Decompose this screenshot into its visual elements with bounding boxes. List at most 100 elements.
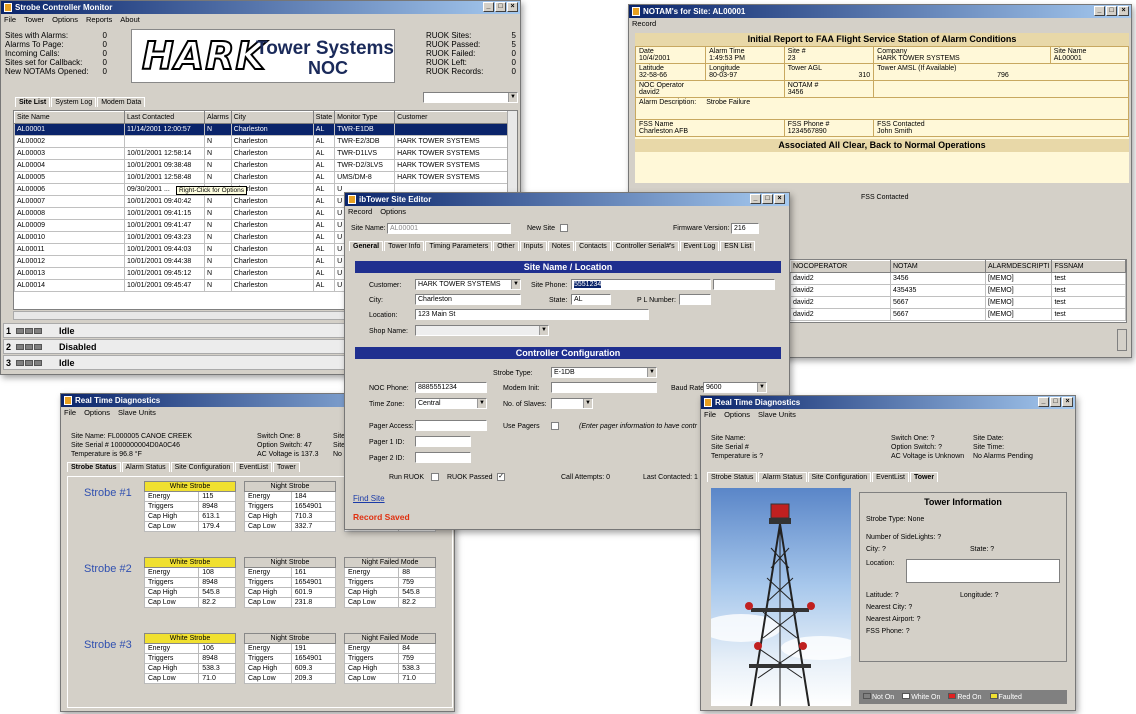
pl-number-input[interactable] [679,294,711,305]
table-cell[interactable]: 10/01/2001 09:45:12 [124,267,205,280]
table-cell[interactable]: AL00004 [14,159,125,172]
table-row[interactable]: AL00002 N Charleston AL TWR-E2/3DB HARK TOWER… [14,135,509,148]
table-cell[interactable]: 10/01/2001 09:38:48 [124,159,205,172]
table-cell[interactable]: 10/01/2001 12:58:14 [124,147,205,160]
menu-file[interactable]: File [4,14,16,25]
strobe-type-dropdown[interactable]: E-1DB ▼ [551,367,657,378]
tab-eventlist[interactable]: EventList [235,462,273,472]
table-cell[interactable]: Charleston [230,159,314,172]
table-cell[interactable]: [MEMO] [984,272,1053,285]
tab-tower-info[interactable]: Tower Info [384,241,425,251]
table-cell[interactable]: 10/01/2001 09:44:03 [124,243,205,256]
table-cell[interactable]: AL [312,183,336,196]
table-cell[interactable]: test [1051,284,1126,297]
table-cell[interactable]: AL [312,147,336,160]
noc-phone-input[interactable]: 8885551234 [415,382,487,393]
menu-file[interactable]: File [704,409,716,420]
close-button[interactable]: × [1062,397,1073,407]
col-nocoperator[interactable]: NOCOPERATOR [790,260,891,273]
tab-controller-serials[interactable]: Controller Serial#'s [611,241,679,251]
table-cell[interactable]: AL00014 [14,279,125,292]
table-cell[interactable]: AL00012 [14,255,125,268]
table-cell[interactable]: TWR-E2/3DB [334,135,396,148]
table-cell[interactable]: AL [312,255,336,268]
table-cell[interactable]: N [204,255,232,268]
table-cell[interactable]: UMS/DM-8 [334,171,396,184]
menu-options[interactable]: Options [84,407,110,418]
table-cell[interactable]: Charleston [230,171,314,184]
table-cell[interactable]: 10/01/2001 09:45:47 [124,279,205,292]
table-cell[interactable]: [MEMO] [984,308,1053,321]
notam-number-cell[interactable]: NOTAM #3456 [783,80,875,98]
table-cell[interactable]: TWR-D1LVS [334,147,396,160]
tab-strobe-status[interactable]: Strobe Status [707,472,758,482]
latitude-cell[interactable]: Latitude 32-58-66 [634,63,707,81]
table-cell[interactable]: AL [312,231,336,244]
site-phone-input[interactable]: 5551234 [571,279,711,290]
tower-agl-cell[interactable]: Tower AGL 310 [783,63,875,81]
location-box[interactable] [906,559,1060,583]
col-alarm-description[interactable]: ALARMDESCRIPTI [984,260,1053,273]
modem-init-input[interactable] [551,382,657,393]
table-cell[interactable]: [MEMO] [984,284,1053,297]
minimize-button[interactable]: _ [1038,397,1049,407]
table-cell[interactable]: AL [312,219,336,232]
baud-rate-dropdown[interactable]: 9600 ▼ [703,382,767,393]
table-cell[interactable]: HARK TOWER SYSTEMS [394,135,509,148]
table-cell[interactable]: AL00002 [14,135,125,148]
table-cell[interactable]: 5667 [890,296,986,309]
table-cell[interactable]: AL00006 [14,183,125,196]
col-alarms[interactable]: Alarms [204,111,232,124]
tab-other[interactable]: Other [493,241,519,251]
table-cell[interactable]: test [1051,308,1126,321]
tab-event-log[interactable]: Event Log [679,241,720,251]
menu-slave-units[interactable]: Slave Units [758,409,796,420]
maximize-button[interactable]: □ [1050,397,1061,407]
maximize-button[interactable]: □ [495,2,506,12]
table-cell[interactable]: AL [312,195,336,208]
run-ruok-checkbox[interactable] [431,473,439,481]
tab-site-configuration[interactable]: Site Configuration [807,472,872,482]
table-cell[interactable]: AL [312,171,336,184]
find-site-link[interactable]: Find Site [353,494,385,503]
menu-options[interactable]: Options [724,409,750,420]
site-number-cell[interactable]: Site #23 [783,46,875,64]
table-cell[interactable]: N [204,207,232,220]
site-name-input[interactable]: AL00001 [387,223,511,234]
firmware-version-input[interactable]: 216 [731,223,759,234]
close-button[interactable]: × [1118,6,1129,16]
table-cell[interactable]: Charleston [230,195,314,208]
tab-site-configuration[interactable]: Site Configuration [170,462,235,472]
close-button[interactable]: × [774,194,785,204]
fss-name-cell[interactable]: FSS Name Charleston AFB [635,119,785,137]
table-cell[interactable]: N [204,135,232,148]
table-cell[interactable]: Charleston [230,279,314,292]
table-cell[interactable]: david2 [790,296,891,309]
table-cell[interactable]: 11/14/2001 12:00:57 [124,123,205,136]
site-name-cell[interactable]: Site Name AL00001 [1049,46,1130,64]
table-cell[interactable]: AL00009 [14,219,125,232]
tab-alarm-status[interactable]: Alarm Status [121,462,170,472]
table-cell[interactable] [124,135,205,148]
tab-timing-parameters[interactable]: Timing Parameters [425,241,493,251]
minimize-button[interactable]: _ [483,2,494,12]
table-row[interactable]: AL00001 11/14/2001 12:00:57 N Charleston AL T… [14,123,509,136]
pager-2-input[interactable] [415,452,471,463]
chevron-down-icon[interactable]: ▼ [511,280,520,289]
table-cell[interactable]: 5667 [890,308,986,321]
table-cell[interactable]: N [204,159,232,172]
vertical-scrollbar[interactable] [1117,329,1127,351]
menu-tower[interactable]: Tower [24,14,44,25]
table-cell[interactable]: N [204,231,232,244]
table-cell[interactable]: 10/01/2001 09:43:23 [124,231,205,244]
maximize-button[interactable]: □ [1106,6,1117,16]
menu-record[interactable]: Record [632,18,656,29]
table-cell[interactable]: TWR-D2/3LVS [334,159,396,172]
chevron-down-icon[interactable]: ▼ [508,93,517,102]
chevron-down-icon[interactable]: ▼ [583,399,592,408]
table-cell[interactable]: AL00011 [14,243,125,256]
table-cell[interactable]: 10/01/2001 09:40:42 [124,195,205,208]
location-input[interactable]: 123 Main St [415,309,649,320]
table-cell[interactable]: AL [312,267,336,280]
table-cell[interactable]: AL00005 [14,171,125,184]
